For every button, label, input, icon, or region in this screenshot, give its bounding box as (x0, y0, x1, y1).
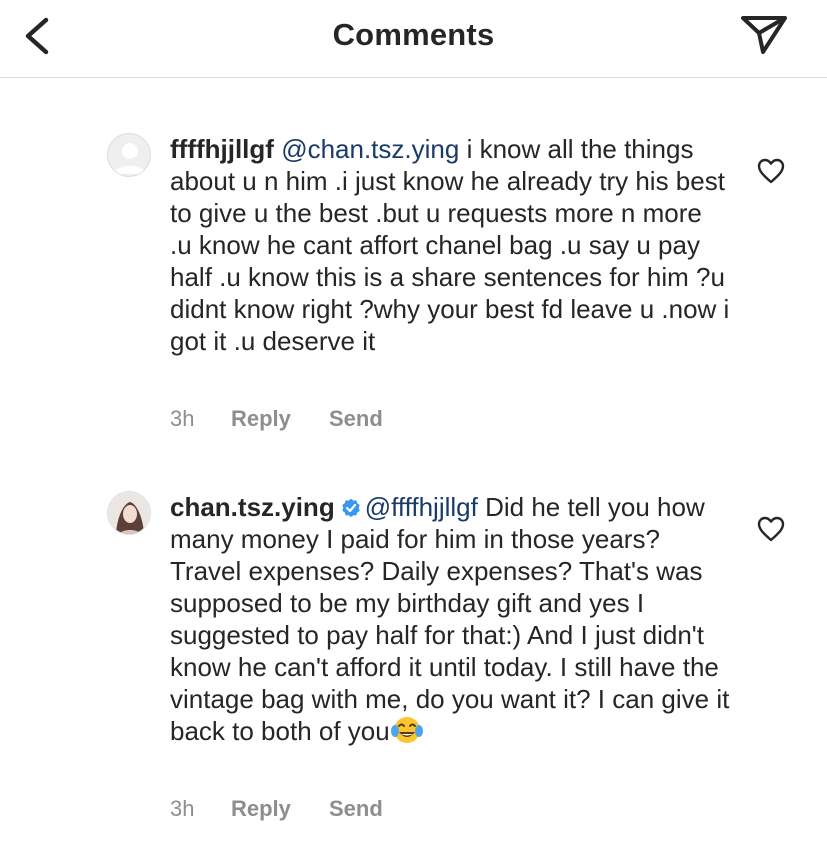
send-button[interactable]: Send (329, 796, 383, 822)
user-avatar[interactable] (107, 491, 151, 535)
comment-text: chan.tsz.ying @ffffhjjllgf Did he tell y… (170, 491, 730, 747)
reply-button[interactable]: Reply (231, 406, 329, 432)
verified-badge-icon (342, 498, 360, 517)
share-button[interactable] (739, 13, 789, 57)
like-button[interactable] (757, 158, 785, 184)
comment-mention[interactable]: @ffffhjjllgf (365, 492, 478, 522)
comment-username[interactable]: chan.tsz.ying (170, 492, 335, 522)
paper-plane-icon (741, 16, 787, 54)
comment-timestamp: 3h (170, 796, 195, 821)
face-with-tears-of-joy-emoji (390, 717, 423, 743)
heart-outline-icon (757, 516, 785, 542)
send-button[interactable]: Send (329, 406, 383, 432)
comment-timestamp: 3h (170, 406, 195, 431)
user-avatar[interactable] (107, 133, 151, 177)
comment-text: ffffhjjllgf @chan.tsz.ying i know all th… (170, 133, 730, 357)
comment-actions: 3h Reply Send (170, 796, 383, 822)
default-avatar-icon (114, 143, 146, 174)
heart-outline-icon (757, 158, 785, 184)
reply-button[interactable]: Reply (231, 796, 329, 822)
page-title: Comments (332, 17, 495, 52)
comment-body: Did he tell you how many money I paid fo… (170, 492, 730, 746)
comment-body: i know all the things about u n him .i j… (170, 134, 730, 356)
profile-photo-avatar (108, 492, 150, 534)
like-button[interactable] (757, 516, 785, 542)
comments-header: Comments (0, 0, 827, 78)
comment-username[interactable]: ffffhjjllgf (170, 134, 274, 164)
comment-actions: 3h Reply Send (170, 406, 383, 432)
comment-mention[interactable]: @chan.tsz.ying (281, 134, 459, 164)
